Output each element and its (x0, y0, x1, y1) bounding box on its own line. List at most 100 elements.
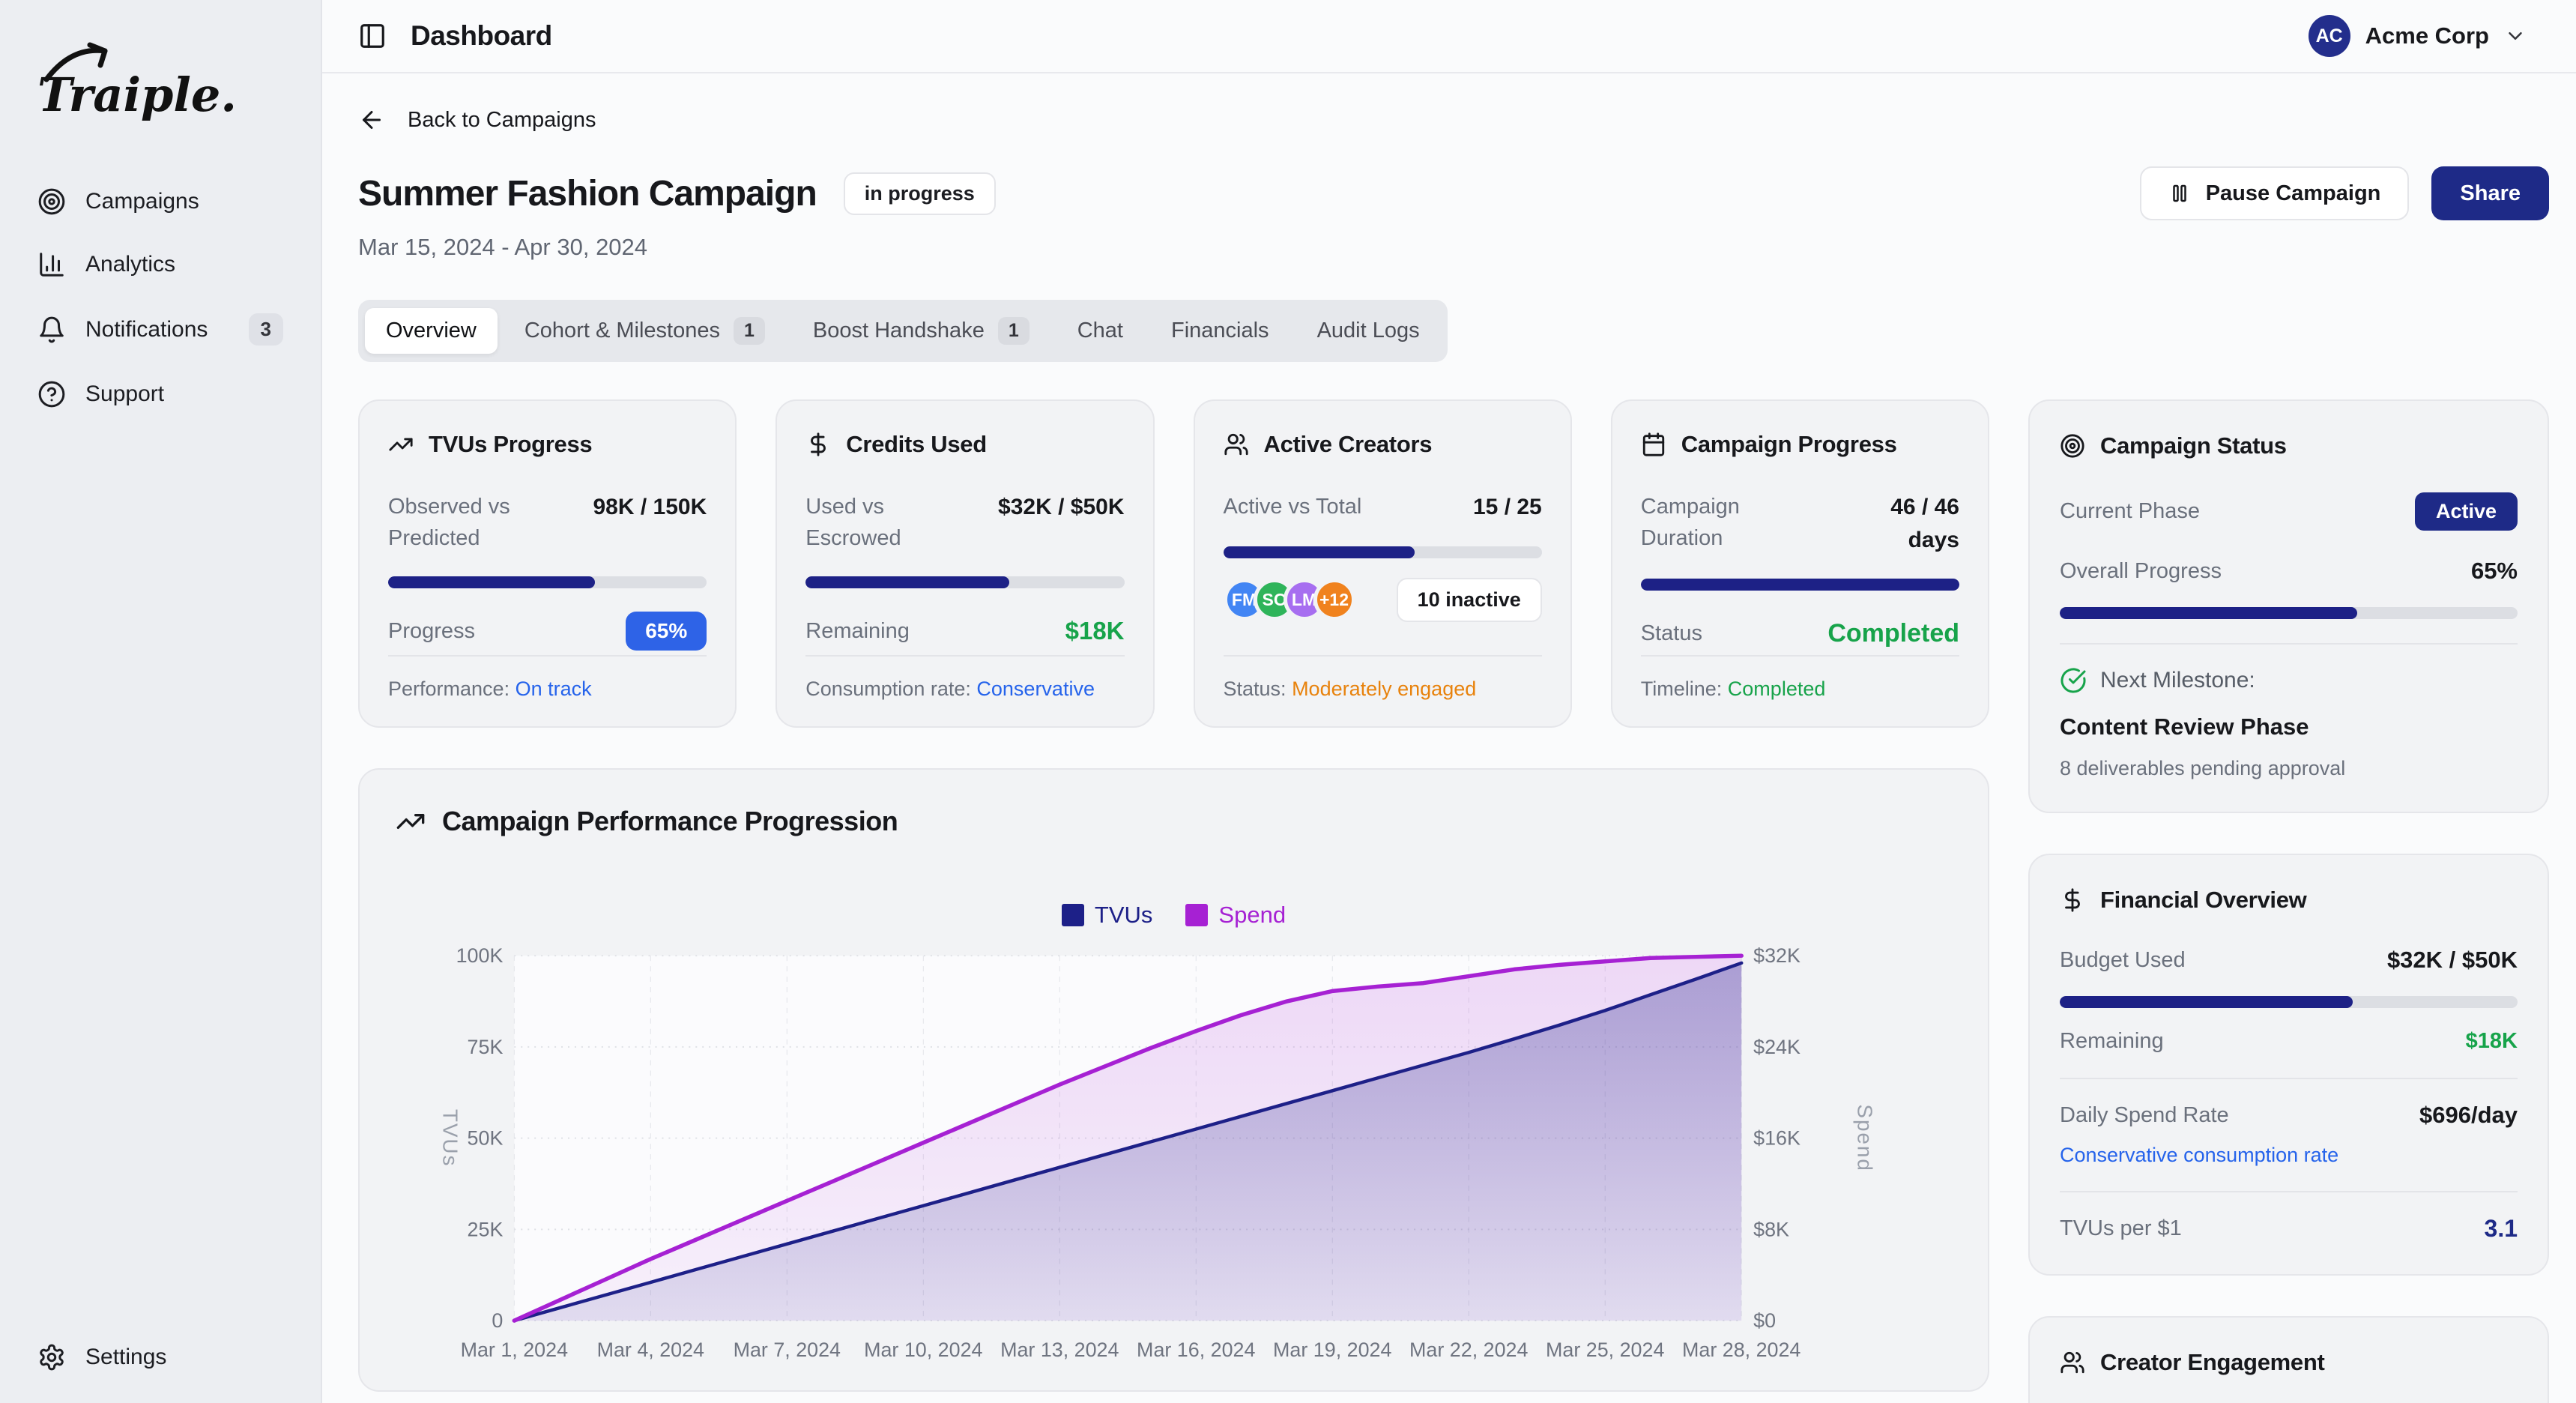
progress-bar (388, 576, 707, 588)
panel-left-icon[interactable] (358, 22, 387, 50)
remaining-label: Remaining (805, 619, 910, 644)
tvus-swatch (1062, 904, 1084, 926)
card-title: Creator Engagement (2100, 1349, 2325, 1376)
consumption-rate-note[interactable]: Conservative consumption rate (2060, 1144, 2518, 1167)
help-circle-icon (37, 380, 66, 408)
card-title: Active Creators (1264, 431, 1433, 458)
dollar-icon (2060, 887, 2085, 913)
sidebar-item-analytics[interactable]: Analytics (27, 238, 294, 291)
svg-text:$24K: $24K (1753, 1036, 1801, 1058)
chart-title: Campaign Performance Progression (442, 806, 898, 837)
svg-text:Mar 16, 2024: Mar 16, 2024 (1137, 1339, 1255, 1361)
tvus-per-dollar-label: TVUs per $1 (2060, 1216, 2182, 1241)
performance-chart-card: Campaign Performance Progression TVUs Sp… (358, 768, 1989, 1392)
page-title: Summer Fashion Campaign (358, 173, 817, 214)
svg-text:0: 0 (492, 1309, 503, 1332)
tab-boost-handshake[interactable]: Boost Handshake1 (792, 307, 1050, 355)
tab-bar: Overview Cohort & Milestones1 Boost Hand… (358, 300, 1448, 362)
card-title: Credits Used (846, 431, 987, 458)
legend-item-spend: Spend (1185, 902, 1286, 929)
tab-overview[interactable]: Overview (365, 308, 498, 354)
creator-avatar-stack: FM SC LM +12 (1224, 579, 1355, 621)
pause-campaign-button[interactable]: Pause Campaign (2140, 166, 2410, 220)
svg-text:Mar 10, 2024: Mar 10, 2024 (864, 1339, 982, 1361)
svg-text:Mar 7, 2024: Mar 7, 2024 (734, 1339, 841, 1361)
svg-text:Mar 4, 2024: Mar 4, 2024 (597, 1339, 704, 1361)
metric-label: Active vs Total (1224, 491, 1362, 522)
target-icon (2060, 433, 2085, 459)
progress-bar (1641, 579, 1959, 591)
card-title: TVUs Progress (429, 431, 592, 458)
sidebar-nav: Campaigns Analytics Notifications 3 Supp… (27, 175, 294, 420)
page-header-title: Dashboard (411, 20, 552, 52)
metric-value: 15 / 25 (1473, 491, 1542, 524)
card-footer: Performance: On track (388, 655, 707, 701)
sidebar-item-notifications[interactable]: Notifications 3 (27, 301, 294, 357)
card-title: Campaign Status (2100, 432, 2287, 459)
phase-label: Current Phase (2060, 499, 2200, 524)
org-switcher[interactable]: AC Acme Corp (2309, 15, 2527, 57)
sidebar: Traiple. Campaigns Analytics Notificatio… (0, 0, 322, 1403)
spend-swatch (1185, 904, 1208, 926)
legend-item-tvus: TVUs (1062, 902, 1153, 929)
active-creators-card: Active Creators Active vs Total 15 / 25 … (1194, 399, 1572, 728)
sidebar-item-label: Support (85, 381, 164, 407)
sidebar-item-campaigns[interactable]: Campaigns (27, 175, 294, 228)
pause-icon (2168, 182, 2191, 205)
svg-text:Mar 28, 2024: Mar 28, 2024 (1682, 1339, 1801, 1361)
metric-value: 46 / 46 days (1845, 491, 1959, 556)
inactive-count-badge: 10 inactive (1397, 578, 1542, 622)
tab-audit-logs[interactable]: Audit Logs (1296, 308, 1441, 354)
budget-used-label: Budget Used (2060, 948, 2186, 973)
status-value: Completed (1827, 619, 1959, 648)
sidebar-item-label: Analytics (85, 252, 175, 277)
target-icon (37, 187, 66, 216)
milestone-note: 8 deliverables pending approval (2060, 757, 2518, 780)
svg-text:Mar 13, 2024: Mar 13, 2024 (1000, 1339, 1119, 1361)
divider: TVUs per $1 3.1 (2060, 1191, 2518, 1243)
creator-avatar-overflow: +12 (1313, 579, 1355, 621)
tab-count-badge: 1 (998, 317, 1030, 345)
progress-bar (805, 576, 1124, 588)
org-name: Acme Corp (2365, 22, 2489, 49)
tab-chat[interactable]: Chat (1056, 308, 1144, 354)
next-milestone-label: Next Milestone: (2100, 668, 2255, 693)
back-label: Back to Campaigns (408, 108, 596, 133)
logo-text: Traiple. (37, 67, 237, 122)
progress-percent-badge: 65% (626, 612, 707, 651)
svg-text:75K: 75K (468, 1036, 504, 1058)
svg-text:Mar 1, 2024: Mar 1, 2024 (461, 1339, 568, 1361)
sidebar-item-settings[interactable]: Settings (27, 1331, 297, 1384)
bell-icon (37, 316, 66, 344)
milestone-name: Content Review Phase (2060, 713, 2518, 740)
tab-count-badge: 1 (734, 317, 765, 345)
check-circle-icon (2060, 667, 2087, 694)
progress-label: Progress (388, 619, 475, 644)
content: Back to Campaigns Summer Fashion Campaig… (322, 75, 2576, 1403)
card-title: Campaign Progress (1681, 431, 1897, 458)
consumption-rate-link[interactable]: Conservative (976, 678, 1095, 700)
svg-text:25K: 25K (468, 1218, 504, 1240)
progress-bar (1224, 546, 1542, 558)
calendar-icon (1641, 432, 1666, 457)
tab-financials[interactable]: Financials (1150, 308, 1290, 354)
daily-spend-value: $696/day (2419, 1102, 2518, 1129)
share-button[interactable]: Share (2431, 166, 2549, 220)
sidebar-item-label: Settings (85, 1345, 166, 1370)
engagement-status-value: Moderately engaged (1292, 678, 1476, 700)
phase-badge: Active (2415, 492, 2518, 531)
trending-up-icon (396, 806, 426, 836)
creator-engagement-card: Creator Engagement Active Creators 15 / … (2028, 1316, 2549, 1403)
performance-link[interactable]: On track (515, 678, 592, 700)
daily-spend-label: Daily Spend Rate (2060, 1103, 2229, 1128)
svg-text:Spend: Spend (1854, 1104, 1877, 1172)
org-avatar: AC (2309, 15, 2350, 57)
sidebar-item-support[interactable]: Support (27, 368, 294, 420)
gear-icon (37, 1343, 66, 1372)
back-to-campaigns-link[interactable]: Back to Campaigns (358, 106, 596, 133)
svg-text:Mar 25, 2024: Mar 25, 2024 (1546, 1339, 1664, 1361)
metric-value: $32K / $50K (998, 491, 1124, 524)
credits-used-card: Credits Used Used vs Escrowed $32K / $50… (775, 399, 1154, 728)
metric-value: 98K / 150K (593, 491, 707, 524)
tab-cohort-milestones[interactable]: Cohort & Milestones1 (504, 307, 786, 355)
